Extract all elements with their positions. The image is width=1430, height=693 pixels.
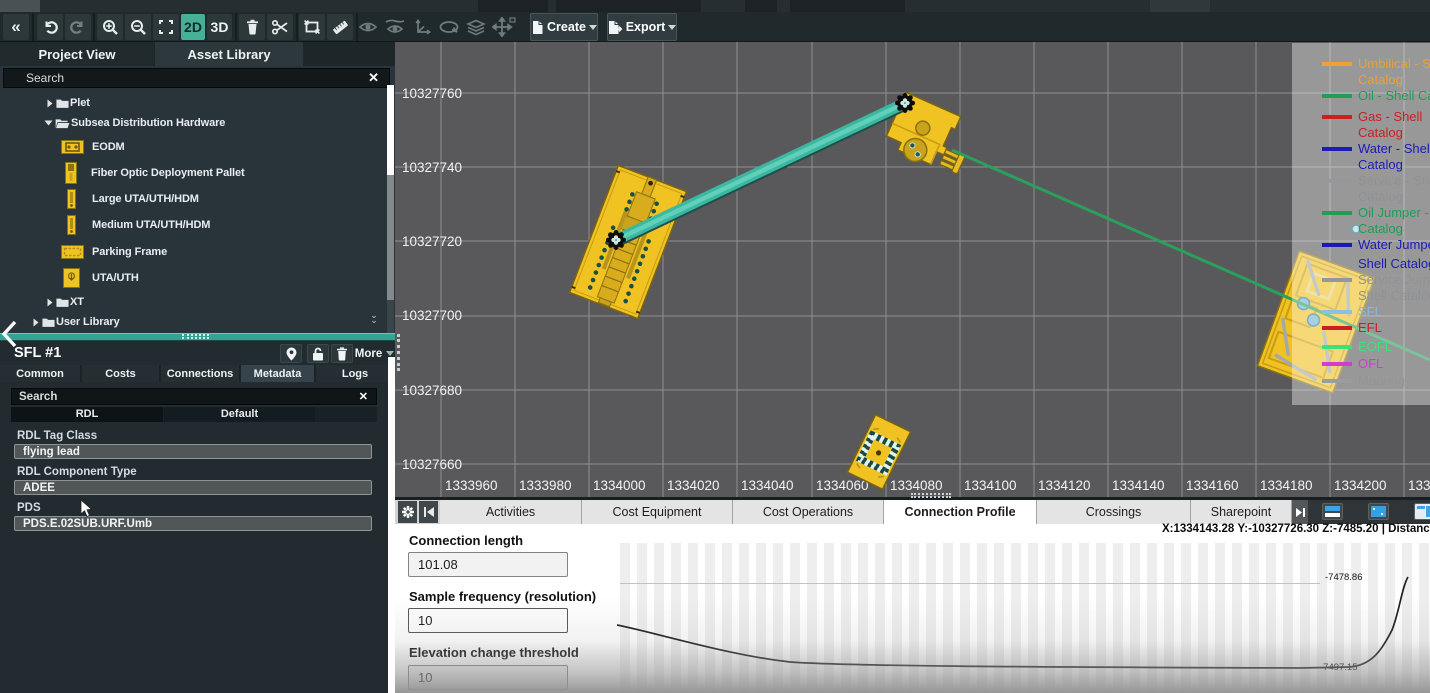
svg-text:1334200: 1334200 [1334, 478, 1387, 493]
svg-text:1334040: 1334040 [741, 478, 794, 493]
svg-text:1334180: 1334180 [1260, 478, 1313, 493]
svg-text:1334220: 1334220 [1408, 478, 1430, 493]
svg-text:10327660: 10327660 [402, 457, 462, 472]
svg-text:1334160: 1334160 [1186, 478, 1239, 493]
svg-text:10327760: 10327760 [402, 86, 462, 101]
svg-text:1334120: 1334120 [1038, 478, 1091, 493]
svg-text:1334060: 1334060 [816, 478, 869, 493]
svg-text:1333980: 1333980 [519, 478, 572, 493]
svg-text:1334080: 1334080 [890, 478, 943, 493]
svg-text:1334000: 1334000 [593, 478, 646, 493]
svg-text:10327680: 10327680 [402, 383, 462, 398]
svg-text:10327700: 10327700 [402, 308, 462, 323]
svg-text:1333960: 1333960 [445, 478, 498, 493]
svg-text:1334100: 1334100 [964, 478, 1017, 493]
svg-text:1334140: 1334140 [1112, 478, 1165, 493]
svg-text:10327720: 10327720 [402, 234, 462, 249]
svg-text:10327740: 10327740 [402, 160, 462, 175]
svg-text:1334020: 1334020 [667, 478, 720, 493]
